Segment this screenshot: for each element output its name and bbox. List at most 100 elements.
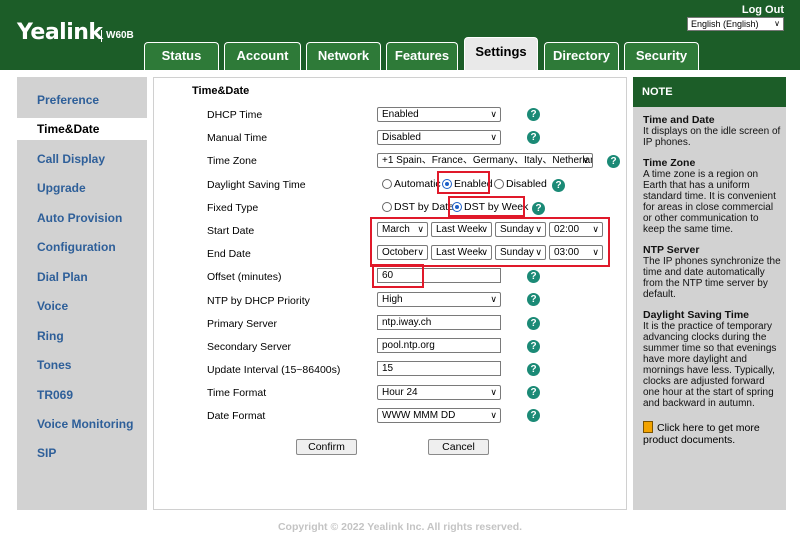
- primary-server-label: Primary Server: [207, 318, 278, 330]
- brand-logo: Yealink: [17, 20, 103, 45]
- tab-security[interactable]: Security: [624, 42, 699, 70]
- help-icon[interactable]: ?: [552, 179, 565, 192]
- tab-status[interactable]: Status: [144, 42, 219, 70]
- chevron-down-icon: ∨: [490, 387, 497, 397]
- settings-form-panel: Time&Date DHCP Time Enabled ∨ ? Manual T…: [153, 77, 627, 510]
- help-icon[interactable]: ?: [527, 131, 540, 144]
- dhcp-time-select[interactable]: Enabled ∨: [377, 107, 501, 122]
- chevron-down-icon: ∨: [490, 294, 497, 304]
- model-label: W60B: [101, 30, 134, 42]
- manual-time-label: Manual Time: [207, 132, 268, 144]
- note-heading: Time and Date: [643, 114, 715, 126]
- manual-time-select[interactable]: Disabled ∨: [377, 130, 501, 145]
- tab-features[interactable]: Features: [386, 42, 458, 70]
- help-icon[interactable]: ?: [527, 386, 540, 399]
- product-documents-link[interactable]: Click here to get more product documents…: [643, 421, 783, 446]
- sidebar-item-voice-monitoring[interactable]: Voice Monitoring: [37, 417, 133, 431]
- time-zone-select[interactable]: +1 Spain、France、Germany、Italy、Netherlan …: [377, 153, 593, 168]
- note-title: NOTE: [633, 77, 786, 107]
- secondary-server-input[interactable]: pool.ntp.org: [377, 338, 501, 353]
- highlight-box: [437, 171, 490, 194]
- tab-account[interactable]: Account: [224, 42, 301, 70]
- fixed-type-label: Fixed Type: [207, 202, 259, 214]
- ntp-dhcp-priority-label: NTP by DHCP Priority: [207, 295, 310, 307]
- start-date-label: Start Date: [207, 225, 255, 237]
- time-zone-value: +1 Spain、France、Germany、Italy、Netherlan: [382, 155, 593, 166]
- confirm-button[interactable]: Confirm: [296, 439, 357, 455]
- note-panel: NOTE Time and Date It displays on the id…: [633, 77, 786, 510]
- date-format-select[interactable]: WWW MMM DD ∨: [377, 408, 501, 423]
- date-format-value: WWW MMM DD: [382, 410, 456, 421]
- sidebar-item-voice[interactable]: Voice: [37, 299, 68, 313]
- offset-label: Offset (minutes): [207, 271, 282, 283]
- chevron-down-icon: ∨: [774, 19, 780, 28]
- chevron-down-icon: ∨: [582, 155, 589, 165]
- date-format-label: Date Format: [207, 410, 266, 422]
- chevron-down-icon: ∨: [490, 410, 497, 420]
- sidebar-item-tones[interactable]: Tones: [37, 358, 71, 372]
- note-heading: NTP Server: [643, 244, 700, 256]
- help-icon[interactable]: ?: [527, 340, 540, 353]
- document-icon: [643, 421, 653, 433]
- sidebar-item-tr069[interactable]: TR069: [37, 388, 73, 402]
- note-body: Time and Date It displays on the idle sc…: [643, 115, 783, 419]
- update-interval-label: Update Interval (15~86400s): [207, 364, 341, 376]
- note-text: It is the practice of temporary advancin…: [643, 321, 777, 409]
- dst-automatic-label: Automatic: [394, 178, 441, 190]
- time-format-label: Time Format: [207, 387, 267, 399]
- time-format-select[interactable]: Hour 24 ∨: [377, 385, 501, 400]
- tab-network[interactable]: Network: [306, 42, 381, 70]
- daylight-saving-label: Daylight Saving Time: [207, 179, 306, 191]
- dhcp-time-label: DHCP Time: [207, 109, 263, 121]
- copyright-footer: Copyright © 2022 Yealink Inc. All rights…: [277, 521, 523, 533]
- tab-directory[interactable]: Directory: [544, 42, 619, 70]
- sidebar-item-call-display[interactable]: Call Display: [37, 152, 105, 166]
- manual-time-value: Disabled: [382, 132, 421, 143]
- product-documents-text: Click here to get more product documents…: [643, 422, 760, 446]
- help-icon[interactable]: ?: [527, 108, 540, 121]
- primary-server-input[interactable]: ntp.iway.ch: [377, 315, 501, 330]
- dst-disabled-label: Disabled: [506, 178, 547, 190]
- chevron-down-icon: ∨: [490, 132, 497, 142]
- sidebar-item-dial-plan[interactable]: Dial Plan: [37, 270, 88, 284]
- cancel-button[interactable]: Cancel: [428, 439, 489, 455]
- dst-by-date-radio[interactable]: [382, 202, 392, 212]
- sidebar: Preference Time&Date Call Display Upgrad…: [17, 77, 150, 510]
- sidebar-item-time-date[interactable]: Time&Date: [17, 118, 150, 140]
- highlight-box: [448, 196, 525, 217]
- sidebar-item-ring[interactable]: Ring: [37, 329, 64, 343]
- note-text: A time zone is a region on Earth that ha…: [643, 169, 776, 235]
- highlight-box: [372, 264, 424, 288]
- section-title: Time&Date: [192, 85, 250, 97]
- dhcp-time-value: Enabled: [382, 109, 419, 120]
- end-date-label: End Date: [207, 248, 251, 260]
- time-zone-label: Time Zone: [207, 155, 257, 167]
- sidebar-item-configuration[interactable]: Configuration: [37, 240, 116, 254]
- language-value: English (English): [691, 19, 759, 29]
- help-icon[interactable]: ?: [527, 293, 540, 306]
- help-icon[interactable]: ?: [527, 363, 540, 376]
- ntp-dhcp-priority-select[interactable]: High ∨: [377, 292, 501, 307]
- note-text: The IP phones synchronize the time and d…: [643, 256, 781, 300]
- tab-settings[interactable]: Settings: [464, 37, 538, 70]
- note-heading: Daylight Saving Time: [643, 309, 749, 321]
- time-format-value: Hour 24: [382, 387, 418, 398]
- sidebar-item-preference[interactable]: Preference: [37, 93, 99, 107]
- top-header: Yealink W60B Log Out English (English) ∨…: [0, 0, 800, 70]
- sidebar-item-upgrade[interactable]: Upgrade: [37, 181, 86, 195]
- update-interval-input[interactable]: 15: [377, 361, 501, 376]
- language-select[interactable]: English (English) ∨: [687, 17, 784, 31]
- note-text: It displays on the idle screen of IP pho…: [643, 126, 781, 148]
- help-icon[interactable]: ?: [607, 155, 620, 168]
- dst-automatic-radio[interactable]: [382, 179, 392, 189]
- help-icon[interactable]: ?: [527, 409, 540, 422]
- logout-link[interactable]: Log Out: [742, 4, 784, 16]
- sidebar-item-auto-provision[interactable]: Auto Provision: [37, 211, 122, 225]
- help-icon[interactable]: ?: [527, 270, 540, 283]
- ntp-dhcp-priority-value: High: [382, 294, 403, 305]
- dst-disabled-radio[interactable]: [494, 179, 504, 189]
- note-heading: Time Zone: [643, 157, 696, 169]
- help-icon[interactable]: ?: [527, 317, 540, 330]
- help-icon[interactable]: ?: [532, 202, 545, 215]
- sidebar-item-sip[interactable]: SIP: [37, 446, 56, 460]
